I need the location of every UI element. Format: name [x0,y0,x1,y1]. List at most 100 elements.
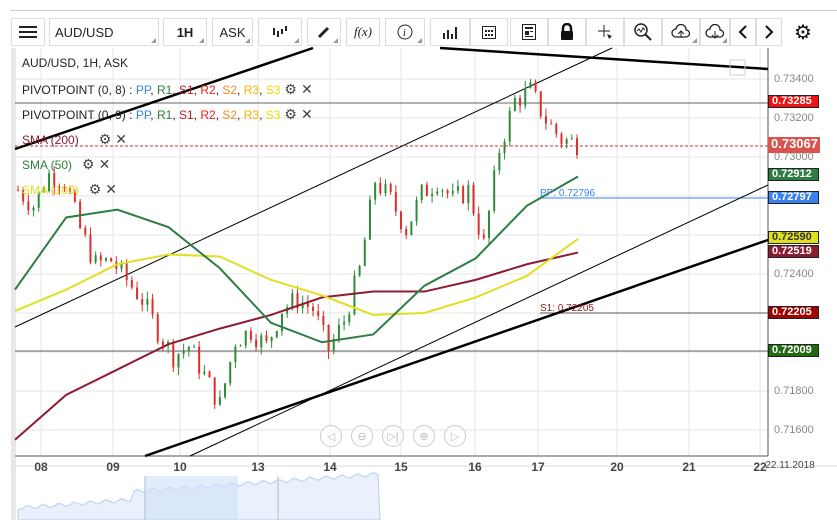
date-label: 10 [173,460,187,474]
candle-body [508,111,511,142]
date-label: 21 [682,460,696,474]
candle-body [84,228,87,235]
pivot-legend-2: PIVOTPOINT (0, 9) : PP, R1, S1, R2, S2, … [22,106,313,123]
close-icon[interactable]: ✕ [301,81,313,98]
end-date-label: 22.11.2018 [765,460,815,471]
candle-body [141,299,144,305]
gear-icon[interactable]: ⚙ [284,81,297,98]
candle-body [374,182,377,200]
candle-body [244,330,247,346]
pivot-part-r1: R1 [156,83,173,97]
candle-body [99,255,102,261]
candle-body [130,279,133,288]
candle-body [420,184,423,201]
zoom-out-button[interactable]: ⊖ [351,425,373,447]
candle-body [337,324,340,340]
left-scrollbar[interactable] [11,48,16,520]
pivot-part-r3: R3 [243,83,260,97]
candle-body [467,184,470,204]
candle-body [519,97,522,106]
zoom-in-button[interactable]: ⊕ [413,425,435,447]
candle-body [555,123,558,134]
candle-body [456,186,459,191]
separator: : [125,108,136,122]
candle-body [213,377,216,405]
pivot-part-r2: R2 [200,108,216,122]
pivot-part-s2: S2 [222,83,238,97]
candle-body [136,287,139,300]
trendline-top[interactable] [439,46,769,71]
candle-body [104,258,107,261]
candle-body [400,211,403,230]
pivot-name: PIVOTPOINT (0, 8) [22,83,126,97]
date-label: 20 [610,460,624,474]
candle-body [146,298,149,305]
navigator-window[interactable] [145,476,238,520]
candle-body [425,184,428,196]
candle-body [524,88,527,106]
candle-body [260,335,263,348]
candle-body [462,186,465,204]
candle-body [156,314,159,342]
candle-body [544,116,547,124]
candle-body [560,133,563,144]
sma50-label: SMA (50) [22,158,73,172]
gear-icon[interactable]: ⚙ [82,156,95,173]
candle-body [384,183,387,194]
sma100-label: SMA (100) [22,183,79,197]
candle-body [498,153,501,171]
candle-body [17,190,19,192]
reset-button[interactable]: ▷| [382,425,404,447]
pivot-part-s1: S1 [178,83,194,97]
price-badge: 0.72205 [768,306,819,320]
close-icon[interactable]: ✕ [105,181,117,198]
candle-body [265,335,268,342]
price-tick-label: 0.73400 [774,73,814,85]
candle-body [363,239,366,266]
candle-body [343,322,346,325]
sma200-line[interactable] [14,251,579,441]
candle-body [249,330,252,340]
pp-annotation: PP: 0.72796 [540,188,596,199]
candle-body [405,229,408,235]
candle-body [177,354,180,368]
gear-icon[interactable]: ⚙ [99,131,112,148]
date-label: 17 [531,460,545,474]
close-icon[interactable]: ✕ [99,156,111,173]
sma200-label: SMA (200) [22,133,79,147]
candle-body [198,346,201,374]
price-badge: 0.72590 [768,230,819,244]
sma200-legend: SMA (200) ⚙ ✕ [22,131,127,148]
candle-body [576,138,578,156]
candle-body [529,82,532,89]
pan-left-button[interactable]: ◁ [320,425,342,447]
candle-body [224,383,227,397]
candle-body [570,138,573,140]
pivot-part-s2: S2 [222,108,238,122]
date-label: 13 [251,460,265,474]
candle-body [513,97,516,112]
pivot-parts: PP, R1, S1, R2, S2, R3, S3 [135,108,281,122]
close-icon[interactable]: ✕ [301,106,313,123]
candle-body [368,199,371,240]
pivot-name: PIVOTPOINT (0, 9) [22,108,126,122]
candle-body [534,82,537,92]
candle-body [110,258,113,262]
candle-body [32,207,35,211]
gear-icon[interactable]: ⚙ [89,181,102,198]
candle-body [161,341,164,346]
trendline-support[interactable] [144,238,769,458]
candle-body [436,191,439,194]
price-badge: 0.72797 [768,190,819,204]
price-badge: 0.72519 [768,244,819,258]
candle-body [539,91,542,117]
candles [17,78,578,409]
candle-body [151,298,154,315]
candle-body [208,371,211,378]
pan-right-button[interactable]: ▷ [444,425,466,447]
close-icon[interactable]: ✕ [115,131,127,148]
candle-body [431,193,434,196]
candle-body [280,313,283,332]
candle-body [203,371,206,374]
gear-icon[interactable]: ⚙ [284,106,297,123]
